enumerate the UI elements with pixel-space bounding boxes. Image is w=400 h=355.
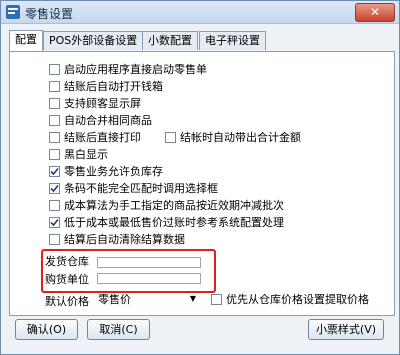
option-label: 优先从仓库价格设置提取价格 — [226, 293, 369, 306]
option-label: 结账后直接打印 — [64, 131, 141, 144]
option-auto-total[interactable]: 结帐时自动带出合计金额 — [165, 129, 301, 145]
option-negative-stock[interactable]: 零售业务允许负库存 — [49, 163, 163, 179]
buyer-field[interactable] — [97, 273, 201, 284]
warehouse-label: 发货仓库 — [45, 255, 89, 268]
checkbox[interactable] — [49, 148, 60, 160]
option-label: 成本算法为手工指定的商品按近效期冲减批次 — [64, 199, 284, 212]
option-label: 自动合并相同商品 — [64, 114, 152, 127]
tab-scale[interactable]: 电子秤设置 — [199, 31, 266, 50]
checkbox[interactable] — [49, 80, 60, 92]
option-monochrome[interactable]: 黑白显示 — [49, 146, 108, 162]
price-select[interactable]: 零售价 ▼ — [98, 291, 200, 306]
option-print-after-checkout[interactable]: 结账后直接打印 — [49, 129, 141, 145]
option-label: 低于成本或最低售价过账时参考系统配置处理 — [64, 216, 284, 229]
option-label: 零售业务允许负库存 — [64, 165, 163, 178]
window-title: 零售设置 — [25, 7, 74, 21]
option-open-cashbox[interactable]: 结账后自动打开钱箱 — [49, 78, 163, 94]
checkbox[interactable] — [211, 293, 222, 305]
option-label: 启动应用程序直接启动零售单 — [64, 63, 207, 76]
option-below-cost[interactable]: 低于成本或最低售价过账时参考系统配置处理 — [49, 214, 284, 230]
option-auto-start-retail[interactable]: 启动应用程序直接启动零售单 — [49, 61, 207, 77]
check-icon — [50, 184, 59, 192]
checkbox[interactable] — [165, 131, 176, 143]
check-icon — [50, 167, 59, 175]
tab-decimal[interactable]: 小数配置 — [142, 31, 198, 50]
confirm-button[interactable]: 确认(O) — [15, 319, 78, 340]
close-button[interactable]: ✕ — [355, 3, 395, 22]
checkbox[interactable] — [49, 63, 60, 75]
option-batch-expiry[interactable]: 成本算法为手工指定的商品按近效期冲减批次 — [49, 197, 284, 213]
check-icon — [50, 218, 59, 226]
checkbox-checked[interactable] — [49, 165, 60, 177]
option-label: 条码不能完全匹配时调用选择框 — [64, 182, 218, 195]
option-label: 结账后自动打开钱箱 — [64, 80, 163, 93]
chevron-down-icon: ▼ — [189, 294, 196, 303]
option-label: 结帐时自动带出合计金额 — [180, 131, 301, 144]
tab-pos-devices[interactable]: POS外部设备设置 — [43, 31, 144, 50]
checkbox[interactable] — [49, 131, 60, 143]
cancel-button[interactable]: 取消(C) — [87, 319, 150, 340]
option-customer-display[interactable]: 支持顾客显示屏 — [49, 95, 141, 111]
price-select-value: 零售价 — [98, 292, 131, 306]
option-label: 黑白显示 — [64, 148, 108, 161]
app-icon — [6, 5, 20, 19]
warehouse-field[interactable] — [97, 257, 201, 268]
settings-window: 零售设置 ✕ 配置 POS外部设备设置 小数配置 电子秤设置 启动应用程序直接启… — [0, 0, 400, 355]
checkbox[interactable] — [49, 97, 60, 109]
option-label: 结算后自动清除结算数据 — [64, 233, 185, 246]
price-label: 默认价格 — [45, 295, 89, 308]
close-icon: ✕ — [369, 5, 381, 19]
checkbox-checked[interactable] — [49, 182, 60, 194]
option-label: 支持顾客显示屏 — [64, 97, 141, 110]
option-clear-settlement[interactable]: 结算后自动清除结算数据 — [49, 231, 185, 247]
option-barcode-select[interactable]: 条码不能完全匹配时调用选择框 — [49, 180, 218, 196]
option-warehouse-price-priority[interactable]: 优先从仓库价格设置提取价格 — [211, 291, 369, 307]
title-bar: 零售设置 ✕ — [1, 1, 399, 24]
checkbox[interactable] — [49, 199, 60, 211]
checkbox-checked[interactable] — [49, 216, 60, 228]
receipt-style-button[interactable]: 小票样式(V) — [308, 319, 384, 340]
option-merge-items[interactable]: 自动合并相同商品 — [49, 112, 152, 128]
checkbox[interactable] — [49, 233, 60, 245]
buyer-label: 购货单位 — [45, 273, 89, 286]
checkbox[interactable] — [49, 114, 60, 126]
tab-config[interactable]: 配置 — [9, 30, 43, 52]
